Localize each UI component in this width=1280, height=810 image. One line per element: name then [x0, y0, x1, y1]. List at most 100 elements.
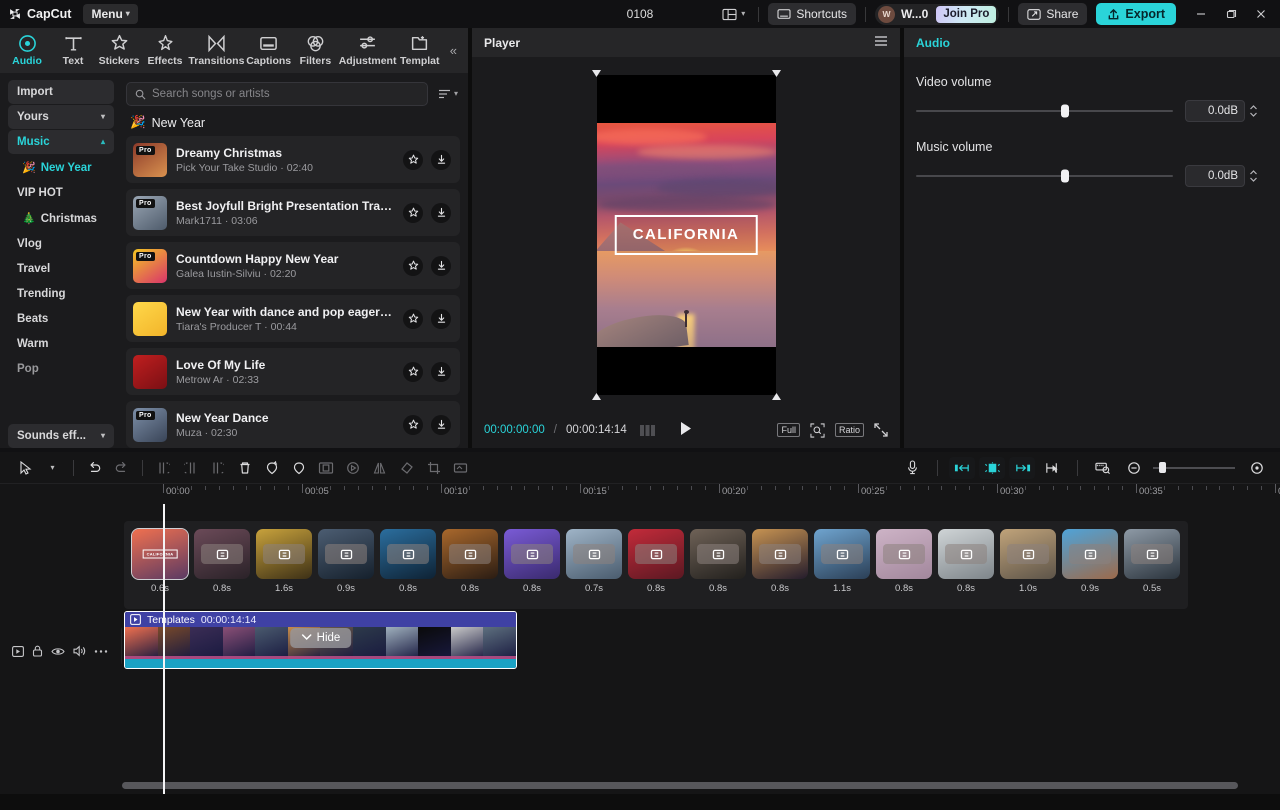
- snap-left-button[interactable]: [949, 456, 975, 479]
- download-button[interactable]: [431, 149, 451, 170]
- clip-replace-overlay[interactable]: [573, 544, 615, 564]
- user-account[interactable]: W W...0 Join Pro: [875, 3, 1000, 25]
- clip-replace-overlay[interactable]: [945, 544, 987, 564]
- song-item[interactable]: Pro Dreamy Christmas Pick Your Take Studio…: [126, 136, 460, 183]
- video-clip[interactable]: 0.8s: [504, 529, 560, 594]
- reverse-button[interactable]: [339, 456, 366, 480]
- download-button[interactable]: [431, 202, 451, 223]
- category-yours[interactable]: Yours ▾: [8, 105, 114, 129]
- video-volume-knob[interactable]: [1061, 104, 1070, 118]
- video-volume-value[interactable]: 0.0dB: [1185, 100, 1245, 122]
- keyframe-button[interactable]: [447, 456, 474, 480]
- video-clip[interactable]: 0.8s: [752, 529, 808, 594]
- track-thumbnail-button[interactable]: [12, 645, 24, 657]
- category-music[interactable]: Music ▴: [8, 130, 114, 154]
- clip-replace-overlay[interactable]: [883, 544, 925, 564]
- clip-replace-overlay[interactable]: [1007, 544, 1049, 564]
- minimize-button[interactable]: [1186, 1, 1216, 27]
- clip-replace-overlay[interactable]: [325, 544, 367, 564]
- preview-scale-button[interactable]: [1089, 456, 1116, 480]
- snap-center-button[interactable]: [979, 456, 1005, 479]
- video-clip[interactable]: 1.6s: [256, 529, 312, 594]
- video-clip[interactable]: 0.8s: [194, 529, 250, 594]
- music-volume-stepper[interactable]: [1249, 169, 1258, 183]
- download-button[interactable]: [431, 414, 451, 435]
- zoom-knob[interactable]: [1159, 462, 1166, 473]
- video-clip[interactable]: 0.8s: [876, 529, 932, 594]
- split-button[interactable]: [150, 456, 177, 480]
- category-import[interactable]: Import: [8, 80, 114, 104]
- category-pop[interactable]: Pop: [8, 357, 114, 381]
- video-clip[interactable]: 0.5s: [1124, 529, 1180, 594]
- favorite-button[interactable]: [403, 202, 423, 223]
- clip-replace-overlay[interactable]: [635, 544, 677, 564]
- tab-stickers[interactable]: Stickers: [96, 32, 142, 69]
- category-christmas[interactable]: 🎄 Christmas: [8, 206, 114, 231]
- clip-replace-overlay[interactable]: [759, 544, 801, 564]
- layout-button[interactable]: ▾: [718, 6, 749, 23]
- download-button[interactable]: [431, 255, 451, 276]
- trim-left-button[interactable]: [177, 456, 204, 480]
- crop-button[interactable]: [420, 456, 447, 480]
- clip-replace-overlay[interactable]: [449, 544, 491, 564]
- search-box[interactable]: [126, 82, 428, 106]
- category-trending[interactable]: Trending: [8, 282, 114, 306]
- search-input[interactable]: [152, 88, 419, 100]
- resize-handle-tr[interactable]: [771, 69, 781, 79]
- favorite-button[interactable]: [403, 361, 423, 382]
- zoom-out-button[interactable]: [1120, 456, 1147, 480]
- song-item[interactable]: Pro Countdown Happy New Year Galea Iustin-…: [126, 242, 460, 289]
- lock-button[interactable]: [32, 645, 43, 657]
- more-options-button[interactable]: [94, 649, 108, 654]
- music-volume-slider[interactable]: [916, 169, 1173, 183]
- category-sounds-eff[interactable]: Sounds eff... ▾: [8, 424, 114, 448]
- clip-replace-overlay[interactable]: [387, 544, 429, 564]
- tab-effects[interactable]: Effects: [142, 32, 188, 69]
- tab-templat[interactable]: Templat: [397, 32, 443, 69]
- record-voiceover-button[interactable]: [899, 456, 926, 480]
- collapse-panel-button[interactable]: «: [443, 43, 464, 58]
- visibility-button[interactable]: [51, 646, 65, 657]
- trim-right-button[interactable]: [204, 456, 231, 480]
- timeline-ruler[interactable]: 00:00 00:05 00:10 00:15 00:20 00:25 00:30 00:35…: [122, 484, 1280, 504]
- resize-handle-bl[interactable]: [591, 391, 601, 400]
- clip-replace-overlay[interactable]: [821, 544, 863, 564]
- video-clip[interactable]: CALIFORNIA 0.6s: [131, 528, 189, 594]
- player-menu-button[interactable]: [874, 35, 888, 50]
- freeze-frame-button[interactable]: [258, 456, 285, 480]
- fit-timeline-button[interactable]: [1243, 456, 1270, 480]
- song-item[interactable]: New Year with dance and pop eagerness(..…: [126, 295, 460, 342]
- clip-replace-overlay[interactable]: [697, 544, 739, 564]
- mask-button[interactable]: [285, 456, 312, 480]
- close-button[interactable]: [1246, 1, 1276, 27]
- tab-text[interactable]: Text: [50, 32, 96, 69]
- song-item[interactable]: Pro New Year Dance Muza · 02:30: [126, 401, 460, 448]
- video-clip[interactable]: 0.8s: [690, 529, 746, 594]
- text-overlay-box[interactable]: CALIFORNIA: [614, 214, 758, 255]
- category-new-year[interactable]: 🎉 New Year: [8, 155, 114, 180]
- share-button[interactable]: Share: [1018, 3, 1088, 25]
- timeline-horizontal-scrollbar[interactable]: [122, 782, 1238, 789]
- video-volume-stepper[interactable]: [1249, 104, 1258, 118]
- video-clip[interactable]: 0.9s: [1062, 529, 1118, 594]
- resize-handle-tl[interactable]: [591, 69, 601, 79]
- category-vip-hot[interactable]: VIP HOT: [8, 181, 114, 205]
- hide-button[interactable]: Hide: [289, 628, 352, 648]
- music-volume-knob[interactable]: [1061, 169, 1070, 183]
- mute-button[interactable]: [73, 645, 86, 657]
- favorite-button[interactable]: [403, 255, 423, 276]
- fullscreen-button[interactable]: [874, 423, 888, 437]
- mirror-button[interactable]: [366, 456, 393, 480]
- sort-filter-button[interactable]: ▾: [436, 88, 460, 100]
- snap-right-button[interactable]: [1009, 456, 1035, 479]
- frames-button[interactable]: [639, 424, 658, 436]
- video-clip[interactable]: 0.8s: [442, 529, 498, 594]
- video-clip[interactable]: 0.8s: [938, 529, 994, 594]
- tab-transitions[interactable]: Transitions: [188, 32, 245, 69]
- category-warm[interactable]: Warm: [8, 332, 114, 356]
- resize-handle-br[interactable]: [771, 391, 781, 400]
- timeline-zoom-slider[interactable]: [1153, 461, 1235, 475]
- video-clip[interactable]: 0.8s: [628, 529, 684, 594]
- menu-button[interactable]: Menu ▾: [83, 4, 138, 24]
- tab-adjustment[interactable]: Adjustment: [338, 32, 396, 69]
